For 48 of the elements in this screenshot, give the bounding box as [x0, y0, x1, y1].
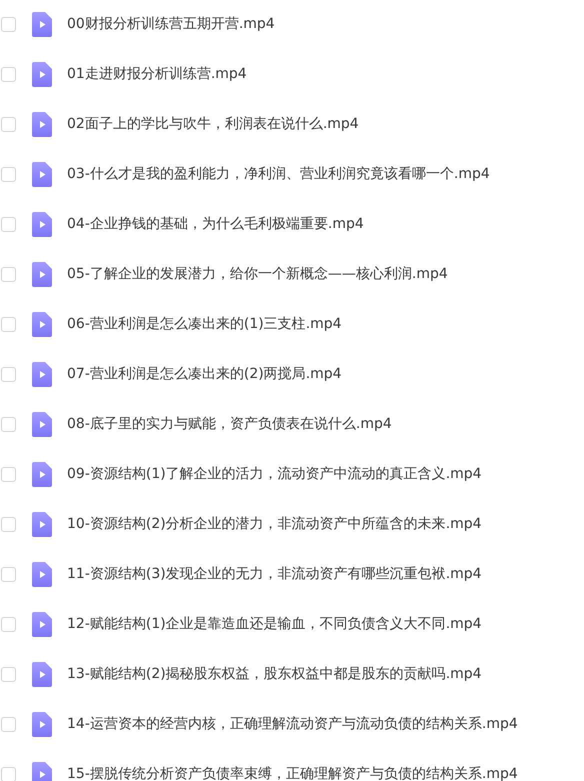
file-name[interactable]: 03-什么才是我的盈利能力，净利润、营业利润究竟该看哪一个.mp4	[67, 165, 490, 183]
file-name[interactable]: 05-了解企业的发展潜力，给你一个新概念——核心利润.mp4	[67, 265, 448, 283]
file-name[interactable]: 00财报分析训练营五期开营.mp4	[67, 15, 275, 33]
file-name[interactable]: 10-资源结构(2)分析企业的潜力，非流动资产中所蕴含的未来.mp4	[67, 515, 482, 533]
video-file-icon	[32, 12, 52, 36]
file-name[interactable]: 08-底子里的实力与赋能，资产负债表在说什么.mp4	[67, 415, 392, 433]
video-file-icon	[32, 462, 52, 486]
checkbox[interactable]	[1, 716, 16, 732]
checkbox[interactable]	[1, 516, 16, 532]
file-name[interactable]: 02面子上的学比与吹牛，利润表在说什么.mp4	[67, 115, 359, 133]
file-name[interactable]: 06-营业利润是怎么凑出来的(1)三支柱.mp4	[67, 315, 342, 333]
file-name[interactable]: 04-企业挣钱的基础，为什么毛利极端重要.mp4	[67, 215, 364, 233]
video-file-icon	[32, 512, 52, 536]
file-name[interactable]: 07-营业利润是怎么凑出来的(2)两搅局.mp4	[67, 365, 342, 383]
video-file-icon	[32, 312, 52, 336]
checkbox[interactable]	[1, 666, 16, 682]
checkbox[interactable]	[1, 166, 16, 182]
video-file-icon	[32, 62, 52, 86]
file-name[interactable]: 13-赋能结构(2)揭秘股东权益，股东权益中都是股东的贡献吗.mp4	[67, 665, 482, 683]
video-file-icon	[32, 112, 52, 136]
file-name[interactable]: 09-资源结构(1)了解企业的活力，流动资产中流动的真正含义.mp4	[67, 465, 482, 483]
checkbox[interactable]	[1, 66, 16, 82]
video-file-icon	[32, 762, 52, 781]
checkbox[interactable]	[1, 466, 16, 482]
checkbox[interactable]	[1, 766, 16, 781]
video-file-icon	[32, 212, 52, 236]
checkbox[interactable]	[1, 16, 16, 32]
video-file-icon	[32, 662, 52, 686]
checkbox[interactable]	[1, 416, 16, 432]
file-name[interactable]: 12-赋能结构(1)企业是靠造血还是输血，不同负债含义大不同.mp4	[67, 615, 482, 633]
video-file-icon	[32, 712, 52, 736]
video-file-icon	[32, 562, 52, 586]
checkbox[interactable]	[1, 566, 16, 582]
file-name[interactable]: 14-运营资本的经营内核，正确理解流动资产与流动负债的结构关系.mp4	[67, 715, 518, 733]
video-file-icon	[32, 412, 52, 436]
checkbox[interactable]	[1, 216, 16, 232]
checkbox[interactable]	[1, 266, 16, 282]
checkbox[interactable]	[1, 316, 16, 332]
checkbox[interactable]	[1, 366, 16, 382]
video-file-icon	[32, 612, 52, 636]
video-file-icon	[32, 362, 52, 386]
file-name[interactable]: 01走进财报分析训练营.mp4	[67, 65, 247, 83]
video-file-icon	[32, 162, 52, 186]
video-file-icon	[32, 262, 52, 286]
file-name[interactable]: 11-资源结构(3)发现企业的无力，非流动资产有哪些沉重包袱.mp4	[67, 565, 482, 583]
checkbox[interactable]	[1, 616, 16, 632]
checkbox[interactable]	[1, 116, 16, 132]
file-name[interactable]: 15-摆脱传统分析资产负债率束缚，正确理解资产与负债的结构关系.mp4	[67, 765, 518, 781]
